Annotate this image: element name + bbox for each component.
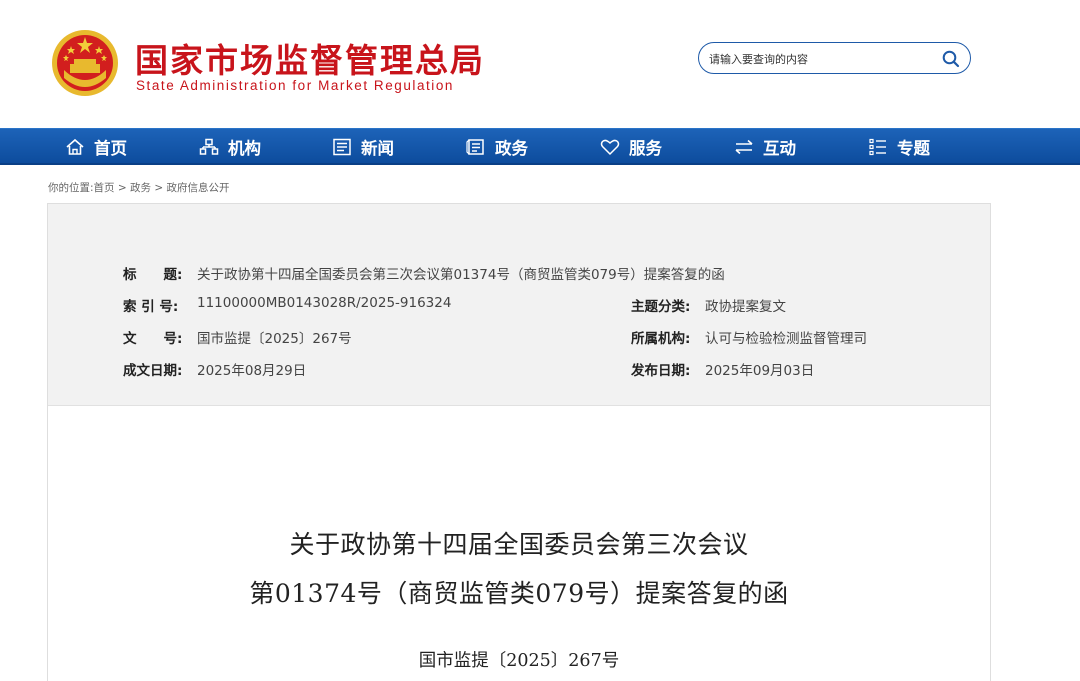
nav-label: 专题 — [897, 138, 930, 158]
search-input[interactable] — [709, 49, 929, 69]
nav-item-interaction[interactable]: 互动 — [733, 129, 796, 164]
government-icon — [465, 137, 487, 157]
meta-title-label: 标 题: — [123, 267, 183, 283]
breadcrumb-government-link[interactable]: 政务 — [130, 182, 151, 194]
home-icon — [64, 137, 86, 157]
national-emblem-icon[interactable] — [50, 28, 120, 98]
org-chart-icon — [198, 137, 220, 157]
nav-label: 政务 — [495, 138, 528, 158]
breadcrumb-home-link[interactable]: 首页 — [94, 182, 115, 194]
meta-category-label: 主题分类: — [631, 299, 691, 315]
document-number: 国市监提〔2025〕267号 — [418, 651, 620, 671]
document-title-line2: 第01374号（商贸监管类079号）提案答复的函 — [249, 579, 789, 608]
newspaper-icon — [331, 137, 353, 157]
site-title[interactable]: 国家市场监督管理总局 — [135, 34, 485, 82]
nav-item-organization[interactable]: 机构 — [198, 129, 261, 164]
meta-published-date-label: 发布日期: — [631, 363, 691, 379]
meta-category-value: 政协提案复文 — [705, 299, 786, 315]
meta-agency-label: 所属机构: — [631, 331, 691, 347]
nav-label: 机构 — [228, 138, 261, 158]
meta-index-label: 索 引 号: — [123, 299, 179, 315]
breadcrumb-separator: > — [151, 182, 167, 194]
nav-label: 服务 — [629, 138, 662, 158]
meta-written-date-value: 2025年08月29日 — [197, 363, 307, 379]
meta-published-date-value: 2025年09月03日 — [705, 363, 815, 379]
exchange-arrows-icon — [733, 137, 755, 157]
nav-item-news[interactable]: 新闻 — [331, 129, 394, 164]
breadcrumb: 你的位置:首页 > 政务 > 政府信息公开 — [48, 180, 230, 195]
meta-docno-label: 文 号: — [123, 331, 183, 347]
article-card: 标 题: 关于政协第十四届全国委员会第三次会议第01374号（商贸监管类079号… — [47, 203, 991, 681]
meta-title-value: 关于政协第十四届全国委员会第三次会议第01374号（商贸监管类079号）提案答复… — [197, 267, 725, 283]
breadcrumb-info-disclosure-link[interactable]: 政府信息公开 — [167, 182, 230, 194]
search-box — [698, 42, 971, 74]
nav-item-services[interactable]: 服务 — [599, 129, 662, 164]
site-subtitle: State Administration for Market Regulati… — [136, 78, 454, 93]
nav-item-home[interactable]: 首页 — [64, 129, 127, 164]
nav-label: 新闻 — [361, 138, 394, 158]
list-icon — [867, 137, 889, 157]
meta-agency-value: 认可与检验检测监督管理司 — [705, 331, 867, 347]
nav-item-government[interactable]: 政务 — [465, 129, 528, 164]
heart-icon — [599, 137, 621, 157]
nav-item-topics[interactable]: 专题 — [867, 129, 930, 164]
site-header: 国家市场监督管理总局 State Administration for Mark… — [0, 0, 1080, 128]
meta-written-date-label: 成文日期: — [123, 363, 183, 379]
main-nav: 首页 机构 新闻 政务 服务 互动 专题 — [0, 128, 1080, 165]
breadcrumb-separator: > — [114, 182, 131, 194]
meta-docno-value: 国市监提〔2025〕267号 — [197, 331, 352, 347]
meta-index-value: 11100000MB0143028R/2025-916324 — [197, 295, 452, 311]
breadcrumb-prefix: 你的位置: — [48, 182, 94, 194]
document-title-line1: 关于政协第十四届全国委员会第三次会议 — [289, 530, 749, 559]
nav-label: 首页 — [94, 138, 127, 158]
search-icon[interactable] — [942, 50, 960, 68]
nav-label: 互动 — [763, 138, 796, 158]
document-metadata: 标 题: 关于政协第十四届全国委员会第三次会议第01374号（商贸监管类079号… — [48, 204, 990, 406]
